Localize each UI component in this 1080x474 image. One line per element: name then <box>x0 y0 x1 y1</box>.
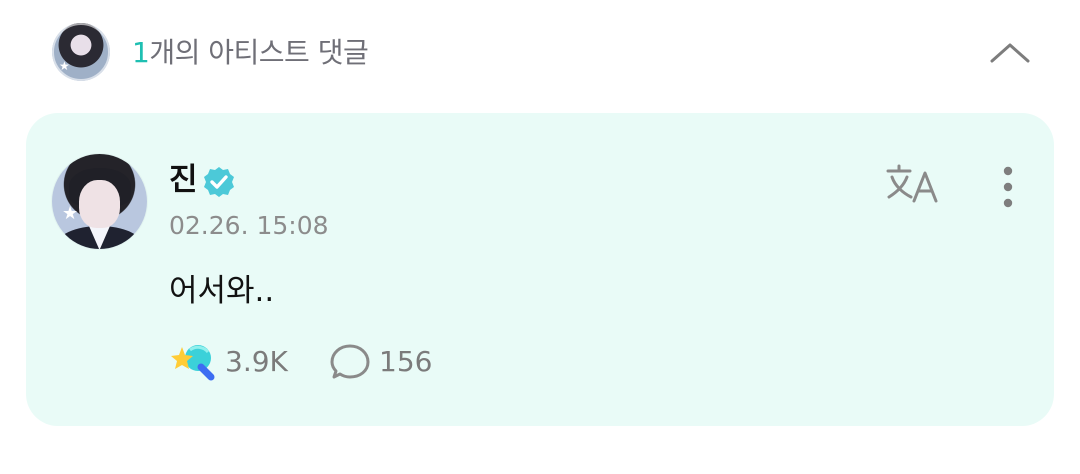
like-count: 3.9K <box>225 345 288 378</box>
star-icon: ★ <box>62 203 79 224</box>
more-vertical-icon[interactable] <box>996 162 1020 212</box>
artist-comments-label: 개의 아티스트 댓글 <box>149 36 369 69</box>
star-icon: ★ <box>59 59 70 73</box>
verified-icon <box>204 167 234 197</box>
chevron-up-icon[interactable] <box>984 34 1036 70</box>
like-cheer-icon[interactable] <box>170 340 216 382</box>
artist-comments-title: 1개의 아티스트 댓글 <box>132 36 369 70</box>
reply-count: 156 <box>379 345 433 378</box>
author-name[interactable]: 진 <box>169 161 198 199</box>
artist-comments-header: ★ 1개의 아티스트 댓글 <box>0 0 1080 105</box>
author-avatar[interactable]: ★ <box>52 154 147 249</box>
artist-comment-count: 1 <box>132 36 150 69</box>
translate-icon[interactable] <box>883 163 941 207</box>
header-avatar: ★ <box>52 23 110 81</box>
comment-timestamp: 02.26. 15:08 <box>169 211 329 240</box>
comment-bubble-icon[interactable] <box>329 343 371 381</box>
comment-message: 어서와.. <box>169 273 275 309</box>
